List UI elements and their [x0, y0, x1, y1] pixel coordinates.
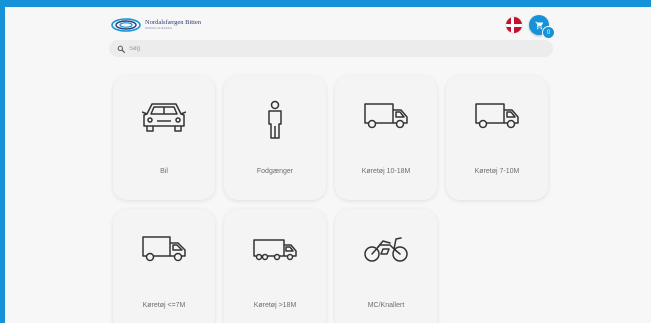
category-label: Køretøj >18M [253, 302, 297, 309]
search-icon [117, 45, 125, 53]
lorry-icon [253, 239, 297, 261]
motorcycle-icon [364, 237, 408, 262]
search-input[interactable] [129, 45, 529, 52]
danish-flag-icon[interactable] [506, 17, 522, 33]
category-label: MC/Knallert [367, 302, 405, 309]
category-card-koretoj-over-18m[interactable]: Køretøj >18M [224, 209, 326, 323]
category-card-koretoj-10-18m[interactable]: Køretøj 10-18M [335, 76, 437, 200]
category-label: Køretøj 7-10M [474, 168, 520, 175]
category-card-bil[interactable]: Bil [113, 76, 215, 200]
brand-logo[interactable]: Nordalsfærgen Bitten NORDALSFÆRGEN [111, 18, 201, 32]
car-icon [142, 103, 186, 132]
page-frame: Nordalsfærgen Bitten NORDALSFÆRGEN 0 Søg… [5, 7, 651, 323]
category-label: Køretøj <=7M [142, 302, 186, 309]
category-label: Bil [160, 168, 168, 175]
logo-subtitle: NORDALSFÆRGEN [145, 27, 173, 30]
category-card-mc-knallert[interactable]: MC/Knallert [335, 209, 437, 323]
category-label: Fodgænger [256, 168, 294, 175]
logo-name: Nordalsfærgen Bitten [145, 18, 202, 26]
category-card-koretoj-under-7m[interactable]: Køretøj <=7M [113, 209, 215, 323]
category-label: Køretøj 10-18M [361, 168, 411, 175]
category-card-koretoj-7-10m[interactable]: Køretøj 7-10M [446, 76, 548, 200]
truck-icon [475, 103, 519, 129]
pedestrian-icon [268, 100, 282, 139]
search-bar[interactable] [109, 40, 553, 57]
cart-count-badge: 0 [542, 26, 555, 39]
truck-icon [364, 103, 408, 129]
category-card-fodgaenger[interactable]: Fodgænger [224, 76, 326, 200]
logo-waves-icon [111, 18, 141, 32]
van-icon [142, 236, 186, 262]
